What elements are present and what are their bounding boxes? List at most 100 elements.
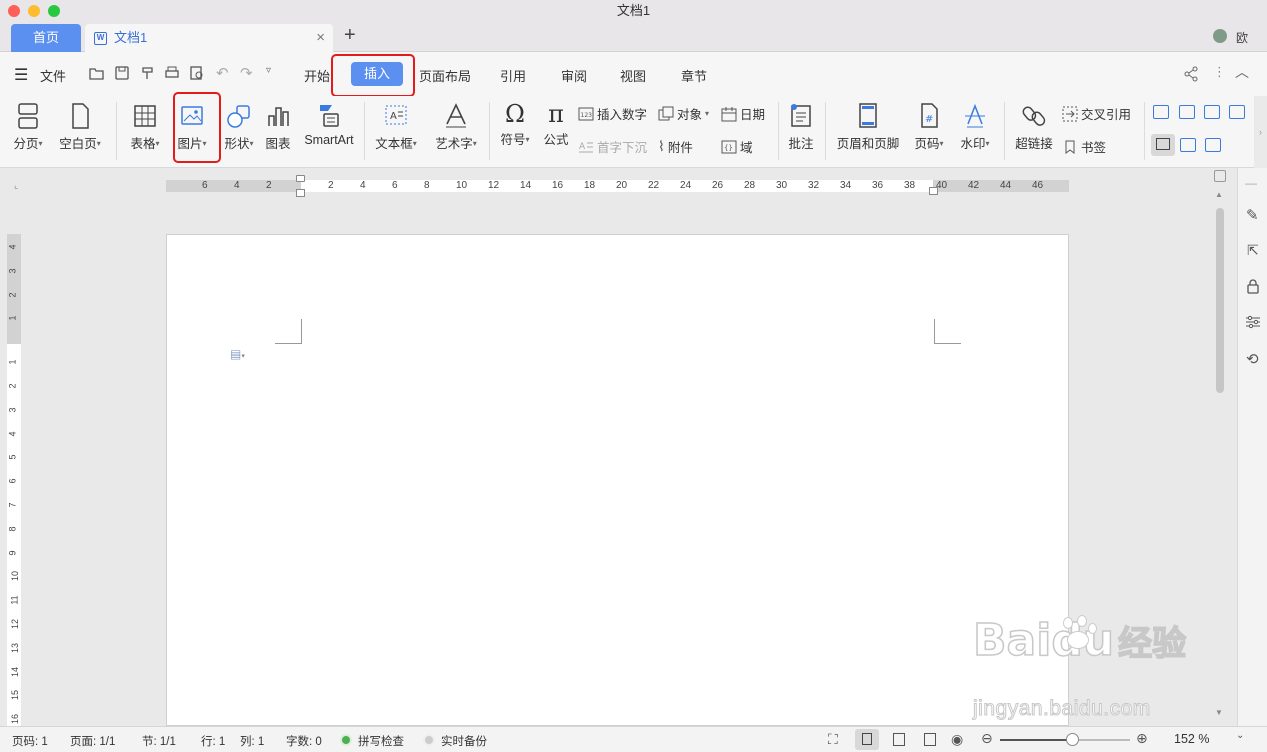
close-window-button[interactable] — [8, 5, 20, 17]
status-spell-check[interactable]: 拼写检查 — [358, 733, 404, 749]
h-ruler-label: 36 — [872, 180, 884, 191]
menu-view[interactable]: 视图 — [620, 66, 646, 85]
zoom-slider-thumb[interactable] — [1066, 733, 1079, 746]
table-button[interactable]: 表格▾ — [125, 98, 165, 152]
pi-icon: π — [548, 100, 564, 128]
add-tab-button[interactable]: + — [344, 24, 356, 47]
comment-button[interactable]: 批注 — [785, 98, 817, 152]
cross-reference-button[interactable]: 交叉引用 — [1062, 104, 1131, 123]
format-painter-icon[interactable] — [140, 65, 156, 81]
form-dropdown-icon[interactable] — [1229, 105, 1245, 119]
field-button[interactable]: {} 域 — [721, 137, 753, 156]
smartart-button[interactable]: SmartArt — [300, 98, 358, 147]
save-icon[interactable] — [114, 65, 130, 81]
menu-review[interactable]: 审阅 — [561, 66, 587, 85]
watermark-button[interactable]: 水印▾ — [955, 98, 995, 152]
menu-page-layout[interactable]: 页面布局 — [419, 66, 471, 85]
settings-sliders-icon[interactable] — [1245, 315, 1261, 329]
eye-protection-icon[interactable]: ◉ — [951, 731, 963, 748]
tab-home[interactable]: 首页 — [11, 24, 81, 52]
redo-icon[interactable]: ↷ — [240, 64, 253, 82]
shape-button[interactable]: 形状▾ — [219, 98, 259, 152]
status-words[interactable]: 字数: 0 — [286, 733, 322, 749]
page-break-button[interactable]: 分页▾ — [8, 98, 48, 152]
date-button[interactable]: 日期 — [721, 104, 765, 123]
zoom-in-icon[interactable]: ⊕ — [1136, 730, 1148, 747]
outline-view-icon[interactable] — [893, 733, 905, 746]
page-number-icon: # — [921, 103, 938, 128]
menu-file[interactable]: 文件 — [40, 66, 66, 85]
collapse-ribbon-icon[interactable]: ︿ — [1235, 62, 1249, 82]
backup-indicator-icon[interactable] — [423, 734, 435, 746]
design-mode-button[interactable] — [1151, 134, 1175, 156]
menu-start[interactable]: 开始 — [304, 66, 330, 85]
view-toggle-icon[interactable] — [1214, 170, 1226, 182]
form-properties-icon[interactable] — [1180, 138, 1196, 152]
h-ruler-label: 18 — [584, 180, 596, 191]
spell-check-indicator-icon[interactable] — [340, 734, 352, 746]
print-preview-icon[interactable] — [189, 65, 205, 81]
more-options-icon[interactable]: ⋮ — [1213, 64, 1226, 80]
scroll-up-icon[interactable]: ▲ — [1215, 190, 1223, 199]
form-checkbox-icon[interactable] — [1179, 105, 1195, 119]
status-backup[interactable]: 实时备份 — [441, 733, 487, 749]
formula-button[interactable]: π 公式 — [541, 98, 571, 148]
chart-button[interactable]: 图表 — [262, 98, 294, 152]
page-view-button[interactable] — [855, 729, 879, 750]
share-icon[interactable] — [1183, 66, 1199, 82]
hamburger-menu-icon[interactable]: ☰ — [14, 65, 28, 85]
h-ruler-label: 2 — [328, 180, 334, 191]
tab-document[interactable]: W 文档1 × — [85, 24, 333, 53]
minimize-window-button[interactable] — [28, 5, 40, 17]
ribbon-scroll-right-icon[interactable]: › — [1254, 96, 1267, 168]
attachment-button[interactable]: ⌇ 附件 — [658, 137, 693, 156]
header-footer-button[interactable]: 页眉和页脚 — [834, 98, 902, 152]
first-line-indent-marker[interactable] — [296, 175, 305, 182]
bookmark-button[interactable]: 书签 — [1062, 137, 1106, 156]
form-lock-icon[interactable] — [1205, 138, 1221, 152]
pen-icon[interactable]: ✎ — [1246, 206, 1259, 224]
document-page[interactable]: ▤▾ Baidu经验 jingyan.baidu.com — [166, 234, 1187, 726]
scroll-down-icon[interactable]: ▼ — [1215, 708, 1223, 717]
fullscreen-icon[interactable]: ⛶ — [828, 731, 838, 748]
zoom-slider-track[interactable] — [1000, 739, 1130, 741]
right-indent-marker[interactable] — [929, 187, 938, 195]
page-number-button[interactable]: # 页码▾ — [910, 98, 948, 152]
form-textbox-icon[interactable] — [1153, 105, 1169, 119]
h-ruler-label: 14 — [520, 180, 532, 191]
h-ruler-label: 46 — [1032, 180, 1044, 191]
symbol-button[interactable]: Ω 符号▾ — [496, 98, 534, 148]
drop-cap-button[interactable]: A 首字下沉 — [578, 137, 647, 156]
user-avatar[interactable] — [1213, 29, 1227, 43]
svg-text:123: 123 — [581, 112, 593, 119]
maximize-window-button[interactable] — [48, 5, 60, 17]
insert-number-button[interactable]: 123 插入数字 — [578, 104, 647, 123]
undo-icon[interactable]: ↶ — [216, 64, 229, 82]
user-name[interactable]: 欧 — [1236, 29, 1248, 46]
form-list-icon[interactable] — [1204, 105, 1220, 119]
zoom-out-icon[interactable]: ⊖ — [981, 730, 993, 747]
blank-page-button[interactable]: 空白页▾ — [55, 98, 105, 152]
menu-chapter[interactable]: 章节 — [681, 66, 707, 85]
textbox-button[interactable]: A 文本框▾ — [371, 98, 421, 152]
print-icon[interactable] — [164, 65, 180, 81]
cursor-icon[interactable]: ⇱ — [1247, 242, 1259, 259]
zoom-level[interactable]: 152 % — [1174, 732, 1209, 746]
history-icon[interactable]: ⟲ — [1246, 350, 1259, 368]
vertical-scrollbar-thumb[interactable] — [1216, 208, 1224, 393]
hyperlink-button[interactable]: 超链接 — [1012, 98, 1056, 152]
blank-page-label: 空白页 — [59, 137, 97, 151]
open-folder-icon[interactable] — [89, 66, 105, 80]
zoom-dropdown-icon[interactable]: ⌄ — [1236, 730, 1244, 741]
lock-icon[interactable] — [1246, 278, 1260, 294]
wordart-button[interactable]: 艺术字▾ — [431, 98, 481, 152]
v-ruler-label: 1 — [7, 359, 18, 365]
object-button[interactable]: 对象 ▾ — [658, 104, 709, 123]
menu-references[interactable]: 引用 — [500, 66, 526, 85]
web-view-icon[interactable] — [924, 733, 936, 746]
close-tab-icon[interactable]: × — [316, 24, 325, 52]
quick-access-dropdown-icon[interactable]: ▿ — [266, 65, 271, 76]
window-title: 文档1 — [616, 3, 651, 18]
left-indent-marker[interactable] — [296, 189, 305, 197]
paragraph-options-icon[interactable]: ▤▾ — [230, 347, 245, 361]
